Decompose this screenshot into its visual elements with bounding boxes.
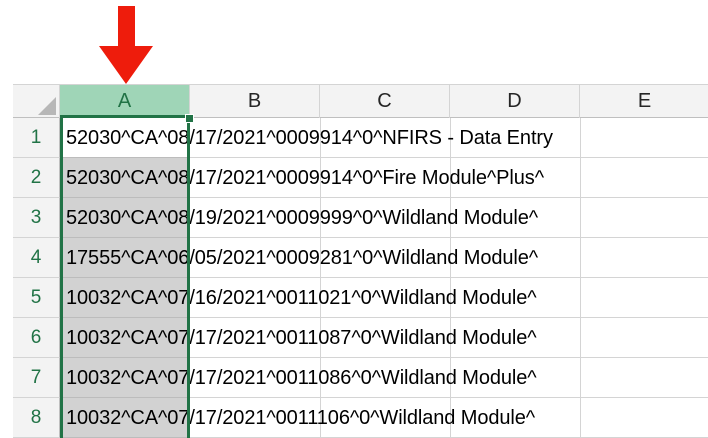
row-header[interactable]: 6 xyxy=(13,318,60,358)
cell-value: 10032^CA^07/17/2021^0011086^0^Wildland M… xyxy=(66,367,537,389)
spreadsheet-grid: A B C D E 1 52030^CA^08/17/2021^0009914^0… xyxy=(13,84,708,438)
column-header-b[interactable]: B xyxy=(190,85,320,118)
table-row: 3 52030^CA^08/19/2021^0009999^0^Wildland … xyxy=(13,198,708,238)
gridline xyxy=(580,398,581,438)
cell-value: 10032^CA^07/17/2021^0011087^0^Wildland M… xyxy=(66,327,537,349)
select-all-button[interactable] xyxy=(13,85,60,118)
table-row: 1 52030^CA^08/17/2021^0009914^0^NFIRS - D… xyxy=(13,118,708,158)
table-row: 7 10032^CA^07/17/2021^0011086^0^Wildland … xyxy=(13,358,708,398)
table-row: 4 17555^CA^06/05/2021^0009281^0^Wildland … xyxy=(13,238,708,278)
row-header[interactable]: 7 xyxy=(13,358,60,398)
gridline xyxy=(580,158,581,198)
cell-value: 10032^CA^07/16/2021^0011021^0^Wildland M… xyxy=(66,287,537,309)
column-header-c[interactable]: C xyxy=(320,85,450,118)
row-header[interactable]: 8 xyxy=(13,398,60,438)
row-header[interactable]: 5 xyxy=(13,278,60,318)
cell-value: 10032^CA^07/17/2021^0011106^0^Wildland M… xyxy=(66,407,536,429)
cell-value: 52030^CA^08/19/2021^0009999^0^Wildland M… xyxy=(66,207,539,229)
table-row: 2 52030^CA^08/17/2021^0009914^0^Fire Modu… xyxy=(13,158,708,198)
cell-value: 52030^CA^08/17/2021^0009914^0^NFIRS - Da… xyxy=(66,127,553,149)
table-row: 5 10032^CA^07/16/2021^0011021^0^Wildland … xyxy=(13,278,708,318)
cell-value: 52030^CA^08/17/2021^0009914^0^Fire Modul… xyxy=(66,167,544,189)
column-header-a[interactable]: A xyxy=(60,85,190,118)
gridline xyxy=(580,118,581,158)
gridline xyxy=(580,198,581,238)
row-header[interactable]: 3 xyxy=(13,198,60,238)
row-header[interactable]: 2 xyxy=(13,158,60,198)
table-row: 8 10032^CA^07/17/2021^0011106^0^Wildland … xyxy=(13,398,708,438)
gridline xyxy=(580,318,581,358)
column-header-d[interactable]: D xyxy=(450,85,580,118)
cell-value: 17555^CA^06/05/2021^0009281^0^Wildland M… xyxy=(66,247,539,269)
column-header-row: A B C D E xyxy=(13,84,708,118)
select-all-triangle-icon xyxy=(38,97,56,115)
gridline xyxy=(580,278,581,318)
gridline xyxy=(580,238,581,278)
fill-handle[interactable] xyxy=(185,114,194,123)
column-header-e[interactable]: E xyxy=(580,85,708,118)
table-row: 6 10032^CA^07/17/2021^0011087^0^Wildland … xyxy=(13,318,708,358)
row-header[interactable]: 1 xyxy=(13,118,60,158)
row-header[interactable]: 4 xyxy=(13,238,60,278)
gridline xyxy=(580,358,581,398)
